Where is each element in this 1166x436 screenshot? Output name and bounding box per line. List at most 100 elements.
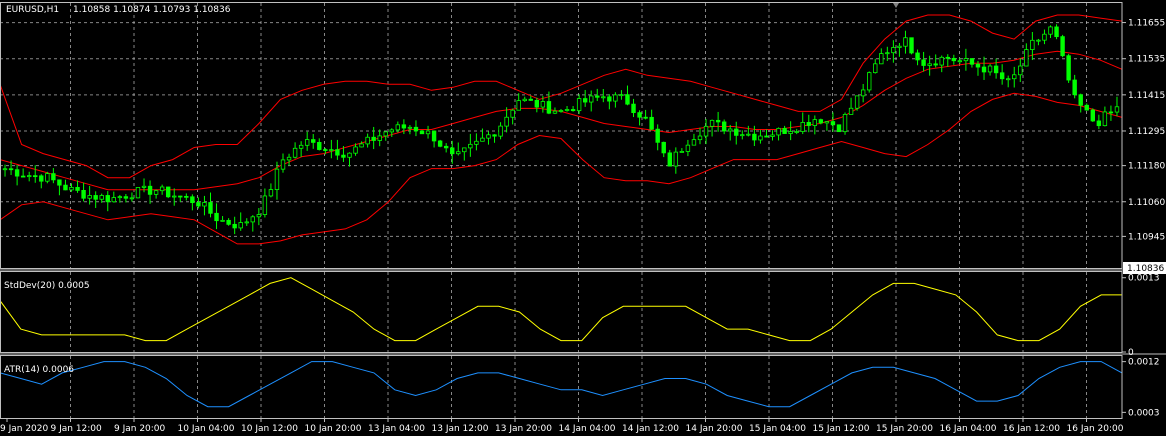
candle-body xyxy=(987,65,993,73)
candle-body xyxy=(1036,39,1041,42)
candle-body xyxy=(776,127,781,136)
candle-body xyxy=(1072,79,1077,96)
candle-body xyxy=(443,145,449,149)
atr-title: ATR(14) 0.0006 xyxy=(4,365,74,375)
candle-body xyxy=(993,65,999,74)
candle-body xyxy=(274,168,280,190)
candle-body xyxy=(1096,120,1102,127)
x-tick-label: 13 Jan 20:00 xyxy=(495,424,552,434)
x-tick-label: 14 Jan 12:00 xyxy=(622,424,679,434)
candle-body xyxy=(498,125,503,137)
candle-body xyxy=(383,131,388,137)
candle-body xyxy=(619,94,624,97)
candle-body xyxy=(1114,106,1120,113)
candle-body xyxy=(250,216,255,223)
candle-body xyxy=(69,186,74,191)
candle-body xyxy=(298,144,304,149)
candle-body xyxy=(111,197,116,203)
y-tick-label: 0.0012 xyxy=(1128,358,1160,368)
candle-body xyxy=(39,175,44,182)
trading-chart: 1.11655 1.11535 1.11415 1.11295 1.11180 1.110… xyxy=(0,2,1166,434)
candle-body xyxy=(981,66,987,73)
candle-body xyxy=(117,196,123,199)
candle-body xyxy=(353,146,358,154)
candle-body xyxy=(45,173,50,182)
candle-body xyxy=(806,122,811,126)
candle-body xyxy=(788,131,793,134)
candle-body xyxy=(347,152,352,158)
candle-body xyxy=(153,190,159,195)
candle-body xyxy=(377,135,382,141)
candle-body xyxy=(462,147,467,153)
y-tick-label: 1.11180 xyxy=(1128,162,1165,172)
candle-body xyxy=(450,147,455,155)
candle-body xyxy=(286,156,292,161)
candle-body xyxy=(468,143,473,149)
candle-body xyxy=(854,95,860,109)
candle-body xyxy=(196,202,201,207)
bollinger-bands xyxy=(0,14,1123,245)
candle-body xyxy=(437,140,443,147)
candle-body xyxy=(595,95,600,98)
candle-body xyxy=(897,45,902,48)
candle-body xyxy=(951,57,957,62)
candle-body xyxy=(546,101,552,114)
candle-body xyxy=(1042,33,1047,41)
candle-body xyxy=(1018,65,1023,76)
candle-body xyxy=(8,168,14,171)
candle-body xyxy=(945,56,950,59)
candle-body xyxy=(969,58,975,65)
candle-body xyxy=(999,72,1005,80)
candle-body xyxy=(794,131,799,133)
candle-body xyxy=(637,112,642,118)
candle-body xyxy=(963,58,969,62)
x-tick-label: 15 Jan 20:00 xyxy=(876,424,933,434)
candle-body xyxy=(141,185,147,188)
y-tick-label: 0 xyxy=(1128,348,1134,358)
candle-body xyxy=(135,187,141,199)
candle-body xyxy=(643,116,648,119)
candle-body xyxy=(939,56,944,66)
candle-body xyxy=(456,151,461,155)
candle-body xyxy=(842,114,848,133)
candle-body xyxy=(655,128,660,143)
x-tick-label: 13 Jan 04:00 xyxy=(368,424,425,434)
candle-body xyxy=(1006,78,1011,81)
candle-body xyxy=(673,151,679,167)
candle-body xyxy=(836,124,842,133)
x-tick-label: 10 Jan 20:00 xyxy=(305,424,362,434)
axis-labels: 1.11655 1.11535 1.11415 1.11295 1.11180 1.110… xyxy=(0,19,1165,434)
candle-body xyxy=(1084,104,1089,111)
candle-body xyxy=(800,122,805,132)
candle-body xyxy=(818,119,824,124)
candle-body xyxy=(576,98,582,112)
candle-body xyxy=(903,37,908,47)
chart-shift-marker[interactable] xyxy=(893,3,899,8)
candle-body xyxy=(220,219,225,222)
candle-body xyxy=(613,94,618,102)
candle-body xyxy=(371,136,376,141)
x-tick-label: 13 Jan 12:00 xyxy=(432,424,489,434)
candle-body xyxy=(93,195,98,200)
candle-body xyxy=(709,119,715,127)
candle-body xyxy=(226,219,231,225)
candle-body xyxy=(752,133,757,141)
candle-body xyxy=(721,121,727,132)
candle-body xyxy=(728,128,733,132)
x-tick-label: 16 Jan 04:00 xyxy=(940,424,997,434)
x-tick-label: 10 Jan 12:00 xyxy=(241,424,298,434)
candle-body xyxy=(570,109,576,112)
candle-body xyxy=(975,63,981,68)
y-tick-label: 1.11060 xyxy=(1128,198,1165,208)
candle-body xyxy=(57,179,62,186)
candle-body xyxy=(860,89,866,97)
candle-body xyxy=(208,202,213,214)
candle-body xyxy=(419,130,425,135)
candle-body xyxy=(631,103,636,114)
candle-body xyxy=(909,37,914,54)
candle-body xyxy=(1030,39,1035,50)
candle-body xyxy=(812,119,818,126)
y-tick-label: 1.11535 xyxy=(1128,55,1165,65)
candle-body xyxy=(262,195,268,215)
candle-body xyxy=(848,107,854,115)
